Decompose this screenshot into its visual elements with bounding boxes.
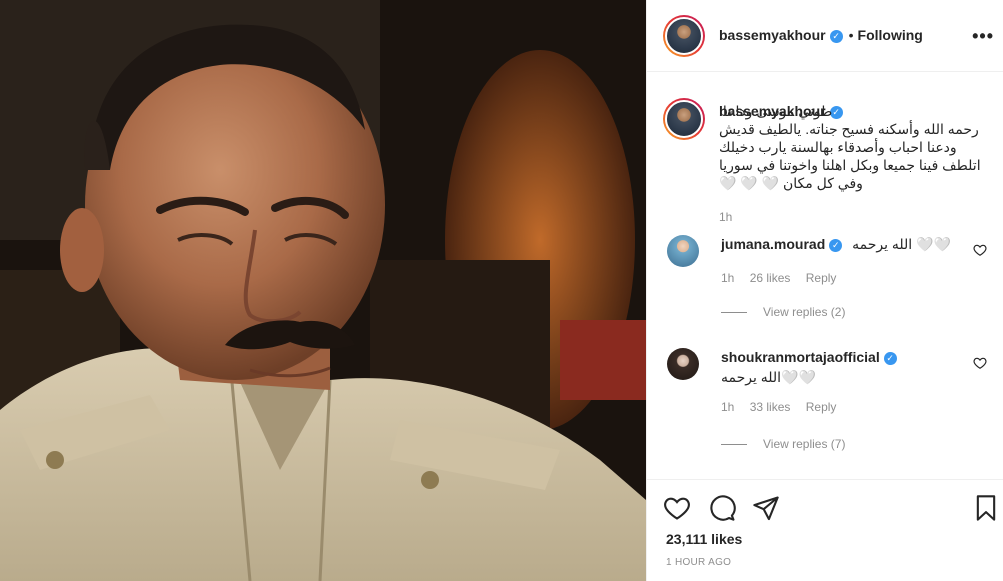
more-options-icon[interactable]: ••• [972, 26, 994, 47]
portrait-photo [0, 0, 646, 581]
replies-divider-line [721, 311, 747, 313]
comment-meta: 1h 26 likes Reply [721, 269, 961, 287]
comment-body: shoukranmortajaofficial ✓ الله يرحمه🤍🤍 1h… [721, 348, 961, 416]
post-image[interactable] [0, 0, 646, 581]
comment-bubble-icon[interactable] [708, 494, 736, 522]
comment-text: الله يرحمه🤍🤍 [721, 369, 816, 385]
separator-dot: • [848, 27, 854, 43]
comments-section[interactable]: bassemyakhour ✓ طوني موسى وداعا. رحمه الل… [647, 72, 1003, 479]
comment-meta: 1h 33 likes Reply [721, 398, 961, 416]
comment-body: jumana.mourad ✓ الله يرحمه 🤍🤍 1h 26 likes… [721, 235, 961, 287]
view-replies-link[interactable]: View replies (7) [721, 437, 845, 451]
caption-avatar[interactable] [663, 98, 705, 140]
post-actions: 23,111 likes 1 HOUR AGO [647, 479, 1003, 581]
comment-likes[interactable]: 26 likes [750, 271, 791, 285]
verified-badge-icon: ✓ [883, 351, 897, 365]
likes-count[interactable]: 23,111 likes [666, 531, 742, 547]
save-bookmark-icon[interactable] [972, 494, 1000, 522]
comment-text: الله يرحمه 🤍🤍 [852, 236, 951, 252]
author-avatar[interactable] [663, 15, 705, 57]
reply-button[interactable]: Reply [806, 400, 837, 414]
share-paper-plane-icon[interactable] [752, 494, 780, 522]
caption-meta: 1h [719, 208, 985, 226]
caption-text: طوني موسى وداعا. رحمه الله وأسكنه فسيح ج… [719, 103, 981, 191]
caption-time[interactable]: 1h [719, 210, 732, 224]
comment-avatar[interactable] [667, 235, 699, 267]
verified-badge-icon: ✓ [829, 29, 843, 43]
comment-likes[interactable]: 33 likes [750, 400, 791, 414]
comment-time[interactable]: 1h [721, 400, 734, 414]
view-replies-label[interactable]: View replies (7) [763, 437, 845, 451]
view-replies-label[interactable]: View replies (2) [763, 305, 845, 319]
view-replies-link[interactable]: View replies (2) [721, 305, 845, 319]
replies-divider-line [721, 443, 747, 445]
reply-button[interactable]: Reply [806, 271, 837, 285]
post-side-panel: bassemyakhour ✓ • Following ••• bassemyakho… [646, 0, 1003, 581]
author-username[interactable]: bassemyakhour [719, 27, 826, 43]
like-comment-heart-icon[interactable] [973, 356, 987, 370]
following-button[interactable]: Following [858, 27, 923, 43]
comment-avatar[interactable] [667, 348, 699, 380]
like-heart-icon[interactable] [663, 494, 691, 522]
comment-username[interactable]: jumana.mourad [721, 236, 825, 252]
verified-badge-icon: ✓ [829, 238, 843, 252]
author-line: bassemyakhour ✓ • Following [719, 27, 923, 43]
post-time-ago[interactable]: 1 HOUR AGO [666, 557, 731, 568]
comment-time[interactable]: 1h [721, 271, 734, 285]
post-header: bassemyakhour ✓ • Following ••• [647, 0, 1003, 72]
like-comment-heart-icon[interactable] [973, 243, 987, 257]
comment-username[interactable]: shoukranmortajaofficial [721, 349, 880, 365]
post-caption: bassemyakhour ✓ طوني موسى وداعا. رحمه الل… [719, 102, 985, 226]
